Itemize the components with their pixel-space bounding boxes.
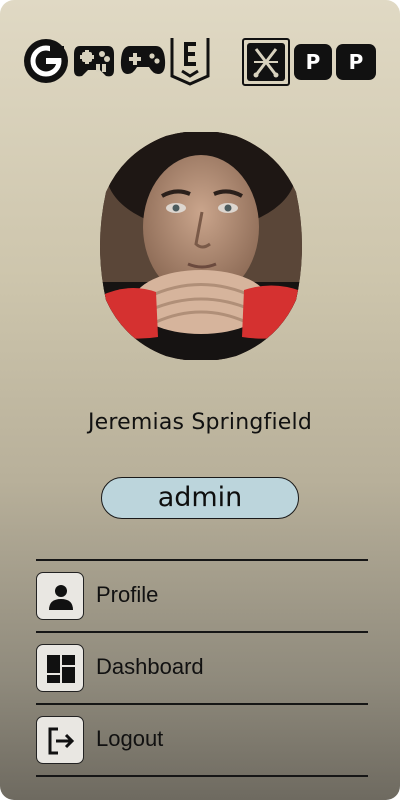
gamepad-icon[interactable] <box>120 42 166 78</box>
xbox-style-x-icon[interactable] <box>242 38 290 86</box>
p-letter-text: P <box>348 50 364 74</box>
dashboard-icon <box>36 644 84 692</box>
profile-panel: P P Jeremias Springfield admin Profile D… <box>0 0 400 800</box>
menu-item-profile[interactable]: Profile <box>36 561 368 631</box>
menu-item-logout[interactable]: Logout <box>36 705 368 775</box>
top-icon-bar: P P <box>0 36 400 86</box>
menu-item-label: Logout <box>96 726 164 751</box>
p-letter-text: P <box>305 50 321 74</box>
menu-item-label: Profile <box>96 582 159 607</box>
p-letter-icon[interactable]: P <box>336 44 376 80</box>
p-letter-icon[interactable]: P <box>294 44 332 80</box>
menu-item-label: Dashboard <box>96 654 204 679</box>
person-icon <box>36 572 84 620</box>
user-name: Jeremias Springfield <box>87 410 313 435</box>
g-logo-icon[interactable] <box>22 38 70 84</box>
logout-icon <box>36 716 84 764</box>
role-badge: admin <box>101 477 299 519</box>
divider <box>36 775 368 777</box>
e-badge-icon[interactable] <box>166 36 214 86</box>
user-menu: Profile Dashboard Logout <box>36 559 368 777</box>
gamepad-retro-icon[interactable] <box>72 42 116 80</box>
role-label: admin <box>157 482 243 513</box>
menu-item-dashboard[interactable]: Dashboard <box>36 633 368 703</box>
avatar <box>100 132 302 360</box>
